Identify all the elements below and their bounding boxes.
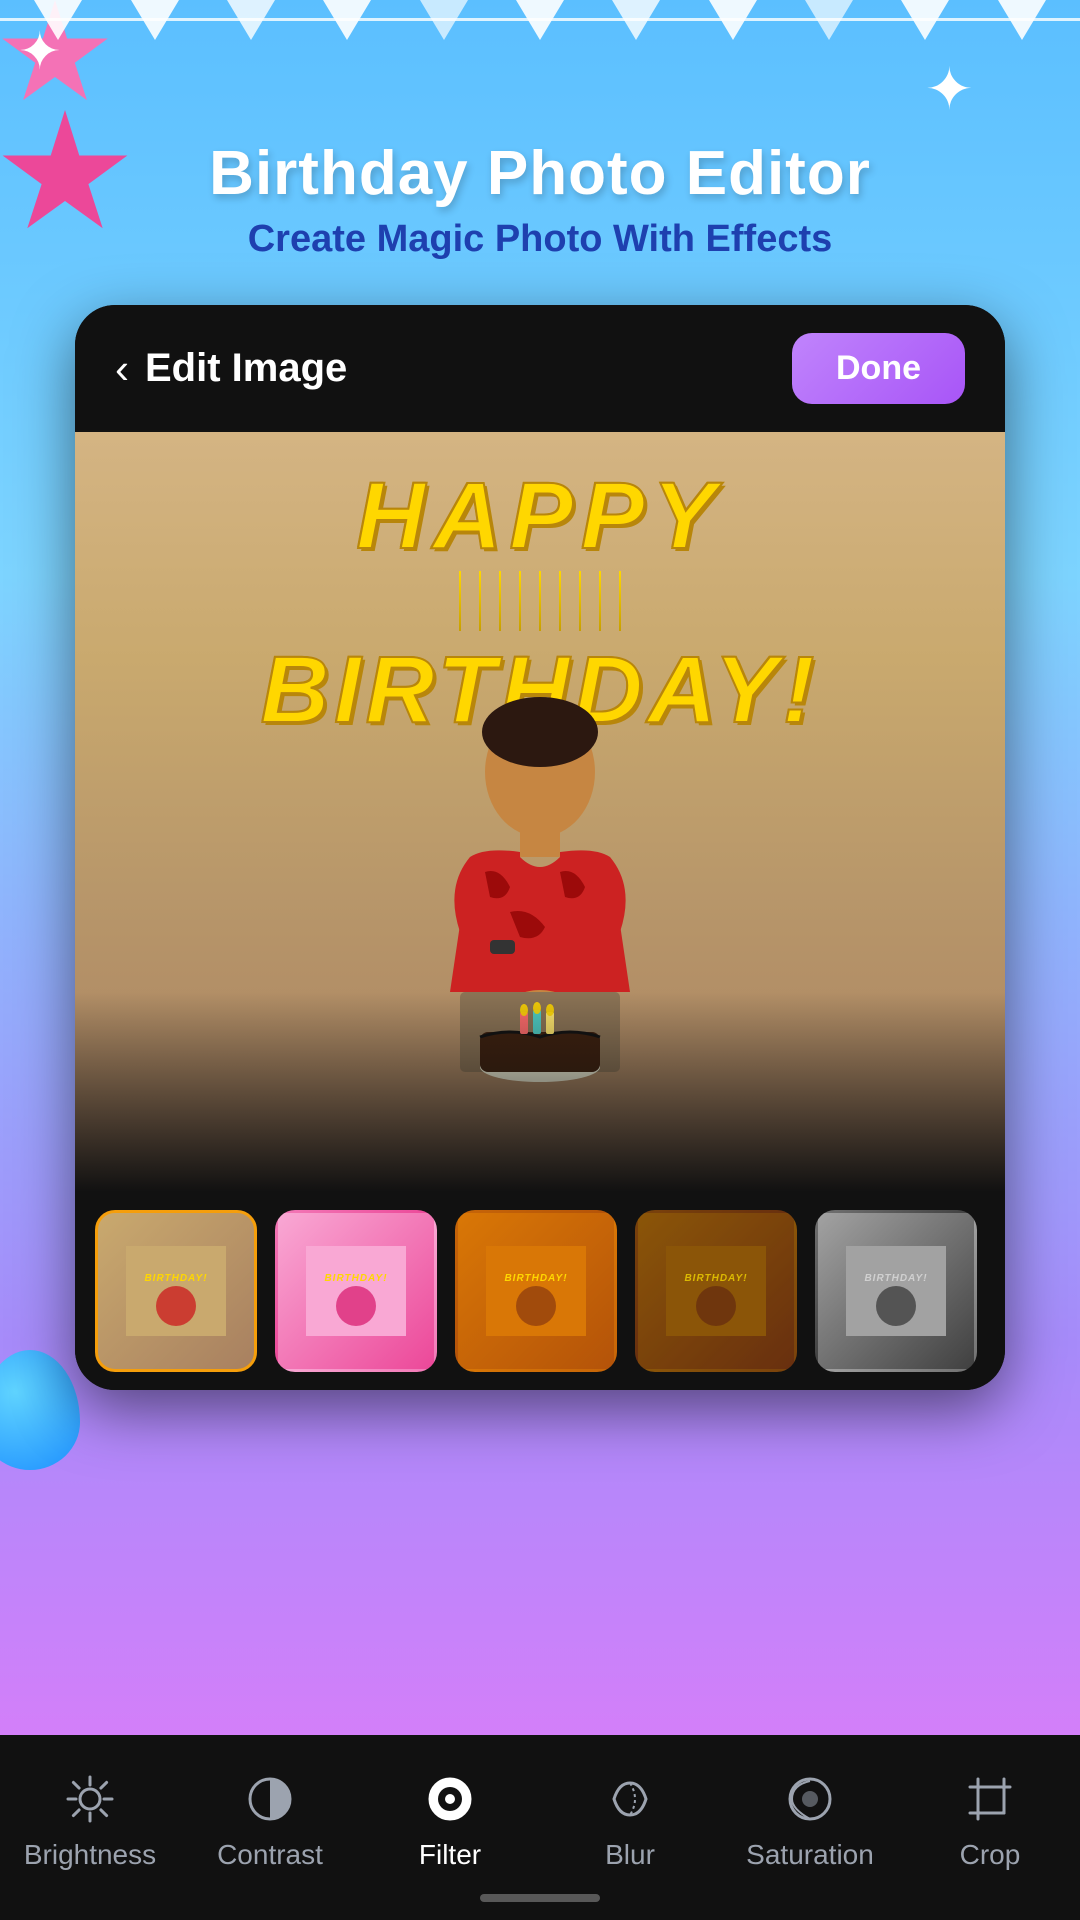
crop-icon <box>960 1769 1020 1829</box>
star-decoration-topright: ✦ <box>925 55 995 125</box>
crop-label: Crop <box>960 1839 1021 1871</box>
svg-text:BIRTHDAY!: BIRTHDAY! <box>324 1273 387 1284</box>
app-subtitle: Create Magic Photo With Effects <box>20 218 1060 261</box>
tool-contrast[interactable]: Contrast <box>190 1769 350 1871</box>
bunting-decoration <box>0 0 1080 40</box>
filter-preview-warm: BIRTHDAY! <box>458 1213 614 1369</box>
filter-preview-pink: BIRTHDAY! <box>278 1213 434 1369</box>
app-title: Birthday Photo Editor <box>20 140 1060 208</box>
header-area: Birthday Photo Editor Create Magic Photo… <box>0 130 1080 271</box>
filter-preview-bw: BIRTHDAY! <box>818 1213 974 1369</box>
balloon-strings <box>459 571 621 631</box>
done-button[interactable]: Done <box>792 333 965 404</box>
filter-label: Filter <box>419 1839 481 1871</box>
blur-icon <box>600 1769 660 1829</box>
brightness-label: Brightness <box>24 1839 156 1871</box>
contrast-icon <box>240 1769 300 1829</box>
top-bar: ‹ Edit Image Done <box>75 305 1005 432</box>
filter-thumb-bw[interactable]: BIRTHDAY! <box>815 1210 977 1372</box>
svg-text:BIRTHDAY!: BIRTHDAY! <box>144 1273 207 1284</box>
contrast-label: Contrast <box>217 1839 323 1871</box>
bottom-handle <box>480 1894 600 1902</box>
filter-thumb-normal[interactable]: BIRTHDAY! <box>95 1210 257 1372</box>
filter-strip[interactable]: BIRTHDAY! BIRTHDAY! BIRTHDAY! <box>75 1192 1005 1390</box>
tool-brightness[interactable]: Brightness <box>10 1769 170 1871</box>
brightness-icon <box>60 1769 120 1829</box>
svg-text:BIRTHDAY!: BIRTHDAY! <box>864 1273 927 1284</box>
phone-card: ‹ Edit Image Done HAPPY <box>75 305 1005 1390</box>
filter-preview-normal: BIRTHDAY! <box>98 1213 254 1369</box>
filter-thumb-pink[interactable]: BIRTHDAY! <box>275 1210 437 1372</box>
photo-overlay <box>75 992 1005 1192</box>
photo-background: HAPPY BIRTHDAY! <box>75 432 1005 1192</box>
editor-title: Edit Image <box>145 346 347 391</box>
back-arrow-icon: ‹ <box>115 345 129 393</box>
back-button[interactable]: ‹ Edit Image <box>115 345 347 393</box>
bottom-toolbar: Brightness Contrast Filter <box>0 1735 1080 1920</box>
svg-text:BIRTHDAY!: BIRTHDAY! <box>684 1273 747 1284</box>
star-decoration-topleft: ✦ <box>18 22 78 82</box>
happy-text: HAPPY <box>356 462 723 571</box>
photo-area: HAPPY BIRTHDAY! <box>75 432 1005 1192</box>
tool-crop[interactable]: Crop <box>910 1769 1070 1871</box>
filter-thumb-warm[interactable]: BIRTHDAY! <box>455 1210 617 1372</box>
blur-label: Blur <box>605 1839 655 1871</box>
saturation-icon <box>780 1769 840 1829</box>
filter-thumb-vintage[interactable]: BIRTHDAY! <box>635 1210 797 1372</box>
tool-filter[interactable]: Filter <box>370 1769 530 1871</box>
filter-preview-vintage: BIRTHDAY! <box>638 1213 794 1369</box>
filter-icon <box>420 1769 480 1829</box>
tool-blur[interactable]: Blur <box>550 1769 710 1871</box>
blue-balloon <box>0 1350 80 1470</box>
tool-saturation[interactable]: Saturation <box>730 1769 890 1871</box>
saturation-label: Saturation <box>746 1839 874 1871</box>
svg-text:BIRTHDAY!: BIRTHDAY! <box>504 1273 567 1284</box>
